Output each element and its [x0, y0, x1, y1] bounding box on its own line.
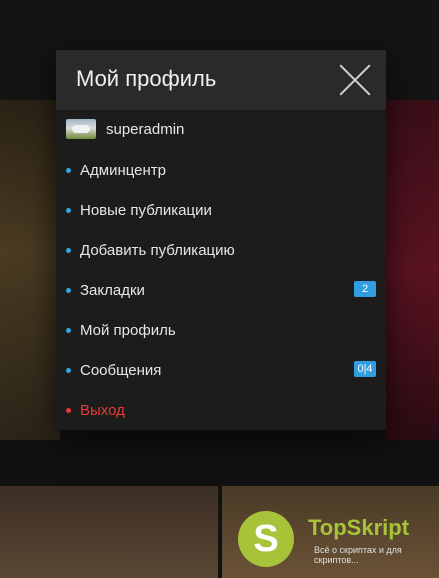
modal-header: Мой профиль — [56, 50, 386, 110]
menu-item-admincenter[interactable]: Админцентр — [56, 150, 386, 190]
bookmarks-count-badge: 2 — [354, 281, 376, 297]
user-row[interactable]: superadmin — [66, 118, 184, 140]
menu-item-bookmarks[interactable]: Закладки 2 — [56, 270, 386, 310]
bullet-icon — [66, 368, 71, 373]
menu-item-label: Админцентр — [80, 161, 166, 179]
brand-s-icon: S — [238, 511, 294, 567]
messages-count-badge: 0|4 — [354, 361, 376, 377]
close-icon[interactable] — [338, 63, 372, 97]
menu-item-label: Мой профиль — [80, 321, 176, 339]
modal-title: Мой профиль — [76, 66, 217, 91]
username: superadmin — [106, 120, 185, 138]
bullet-icon — [66, 168, 71, 173]
avatar — [66, 119, 96, 139]
menu-item-messages[interactable]: Сообщения 0|4 — [56, 350, 386, 390]
menu-item-new-publications[interactable]: Новые публикации — [56, 190, 386, 230]
background-strip — [0, 440, 439, 486]
menu-item-logout[interactable]: Выход — [56, 390, 386, 430]
menu-item-label: Добавить публикацию — [80, 241, 235, 259]
bullet-icon — [66, 288, 71, 293]
profile-menu: Админцентр Новые публикации Добавить пуб… — [56, 150, 386, 430]
background-card-bottom-left — [0, 486, 218, 578]
background-card-right — [385, 100, 439, 440]
profile-modal: Мой профиль superadmin Админцентр Новые … — [56, 50, 386, 430]
brand-tagline: Всё о скриптах и для скриптов... — [314, 545, 402, 565]
menu-item-my-profile[interactable]: Мой профиль — [56, 310, 386, 350]
bullet-icon — [66, 408, 71, 413]
menu-item-label: Закладки — [80, 281, 145, 299]
brand-logo-block[interactable]: S TopSkript Всё о скриптах и для скрипто… — [238, 511, 438, 569]
background-card-left — [0, 100, 60, 440]
menu-item-label: Новые публикации — [80, 201, 212, 219]
menu-item-label: Выход — [80, 401, 125, 419]
menu-item-add-publication[interactable]: Добавить публикацию — [56, 230, 386, 270]
bullet-icon — [66, 248, 71, 253]
bullet-icon — [66, 208, 71, 213]
menu-item-label: Сообщения — [80, 361, 162, 379]
bullet-icon — [66, 328, 71, 333]
brand-name: TopSkript — [308, 515, 410, 540]
